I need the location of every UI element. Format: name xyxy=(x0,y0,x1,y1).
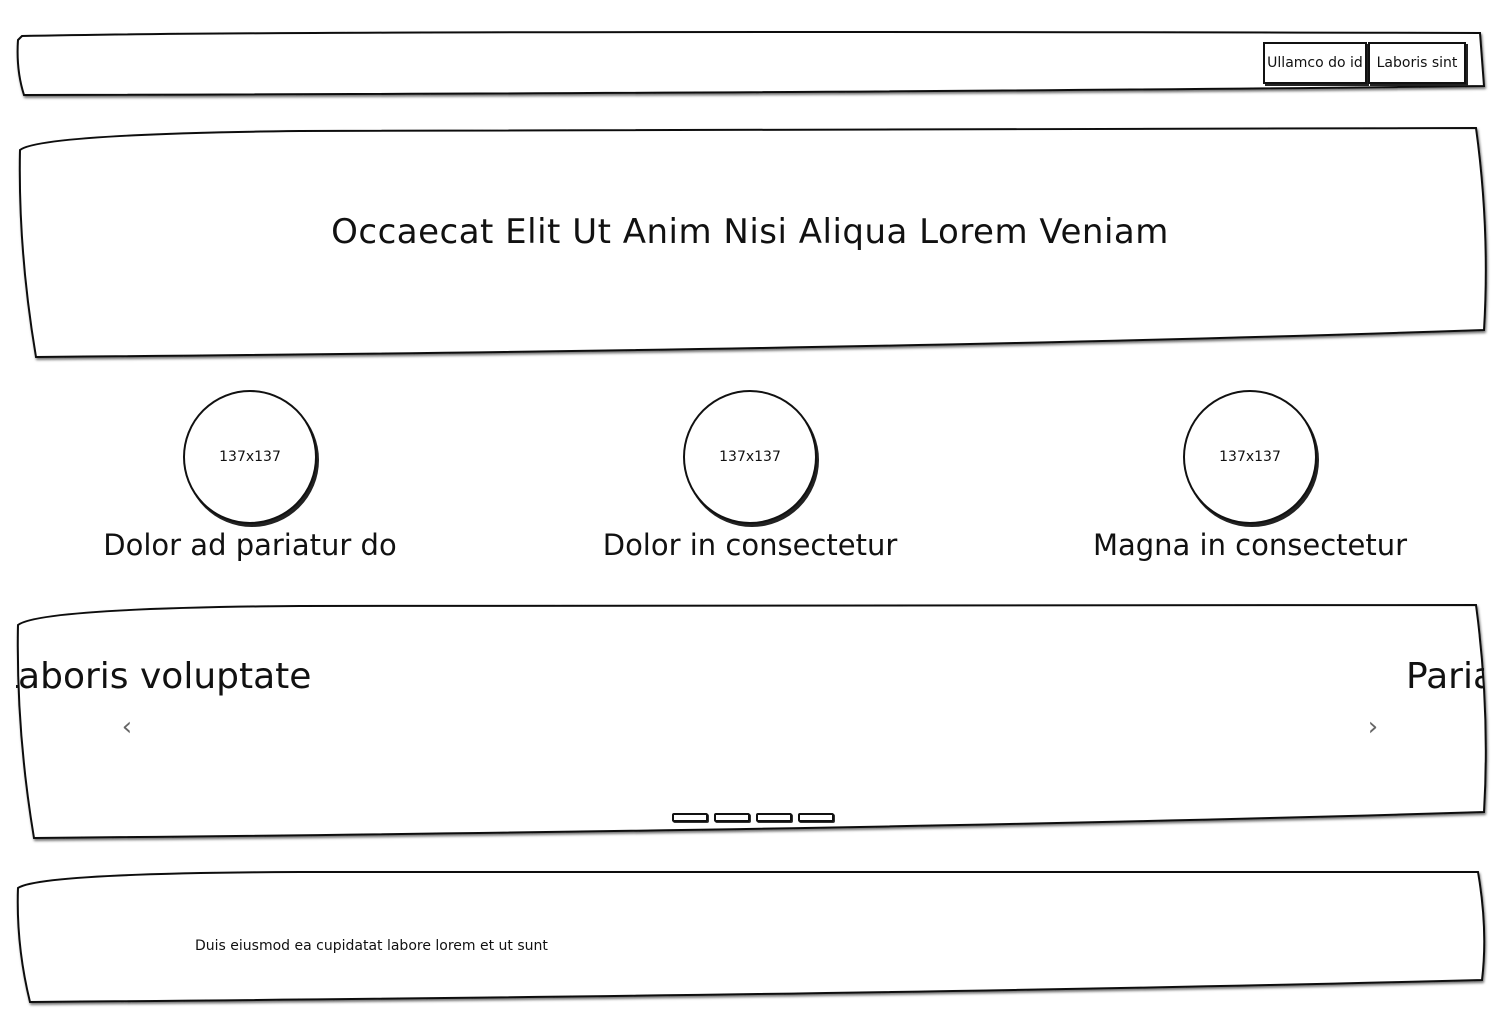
carousel-indicator-2[interactable] xyxy=(714,813,750,822)
hero-title: Occaecat Elit Ut Anim Nisi Aliqua Lorem … xyxy=(331,212,1169,252)
feature-image-placeholder: 137x137 xyxy=(1183,390,1317,524)
feature-caption: Dolor in consectetur xyxy=(602,528,898,562)
carousel-indicator-4[interactable] xyxy=(798,813,834,822)
carousel-prev-slide-text: Laboris voluptate xyxy=(16,656,312,697)
chevron-right-icon[interactable]: › xyxy=(1362,710,1384,744)
footer-text: Duis eiusmod ea cupidatat labore lorem e… xyxy=(195,938,548,954)
feature-card-3: 137x137 Magna in consectetur xyxy=(1040,390,1460,562)
carousel-indicators xyxy=(672,813,834,822)
feature-caption: Dolor ad pariatur do xyxy=(103,528,397,562)
feature-card-1: 137x137 Dolor ad pariatur do xyxy=(40,390,460,562)
feature-image-placeholder: 137x137 xyxy=(683,390,817,524)
nav-button-2[interactable]: Laboris sint xyxy=(1368,42,1466,84)
carousel-indicator-3[interactable] xyxy=(756,813,792,822)
feature-card-2: 137x137 Dolor in consectetur xyxy=(540,390,960,562)
carousel: Laboris voluptate Pariatur xyxy=(16,606,1484,836)
feature-image-placeholder: 137x137 xyxy=(183,390,317,524)
chevron-left-icon[interactable]: ‹ xyxy=(116,710,138,744)
carousel-next-slide-text: Pariatur xyxy=(1406,656,1484,697)
feature-caption: Magna in consectetur xyxy=(1092,528,1408,562)
footer-frame xyxy=(16,870,1486,1004)
nav-button-1[interactable]: Ullamco do id xyxy=(1263,42,1367,84)
carousel-indicator-1[interactable] xyxy=(672,813,708,822)
